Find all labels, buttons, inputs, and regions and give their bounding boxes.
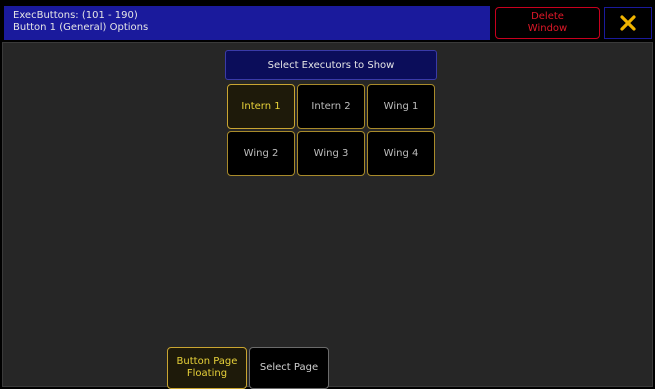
window-title: ExecButtons: (101 - 190) Button 1 (Gener… xyxy=(4,6,490,40)
executor-wing-1-button[interactable]: Wing 1 xyxy=(367,84,435,129)
executor-intern-1-button[interactable]: Intern 1 xyxy=(227,84,295,129)
executor-intern-2-button[interactable]: Intern 2 xyxy=(297,84,365,129)
delete-label-line-2: Window xyxy=(527,23,568,34)
button-page-floating-button[interactable]: Button Page Floating xyxy=(167,347,247,389)
delete-window-button[interactable]: Delete Window xyxy=(495,7,600,39)
title-line-1: ExecButtons: (101 - 190) xyxy=(13,10,138,21)
close-x-icon xyxy=(620,15,636,31)
close-button[interactable] xyxy=(604,7,652,39)
select-page-button[interactable]: Select Page xyxy=(249,347,329,389)
executor-wing-3-button[interactable]: Wing 3 xyxy=(297,131,365,176)
select-executors-header: Select Executors to Show xyxy=(225,50,437,80)
delete-label-line-1: Delete xyxy=(531,11,564,22)
titlebar: ExecButtons: (101 - 190) Button 1 (Gener… xyxy=(0,0,655,42)
floating-label-line-2: Floating xyxy=(186,368,228,379)
executor-wing-4-button[interactable]: Wing 4 xyxy=(367,131,435,176)
title-line-2: Button 1 (General) Options xyxy=(13,22,149,33)
exec-buttons-options-window: ExecButtons: (101 - 190) Button 1 (Gener… xyxy=(0,0,655,389)
executor-wing-2-button[interactable]: Wing 2 xyxy=(227,131,295,176)
floating-label-line-1: Button Page xyxy=(176,356,238,367)
